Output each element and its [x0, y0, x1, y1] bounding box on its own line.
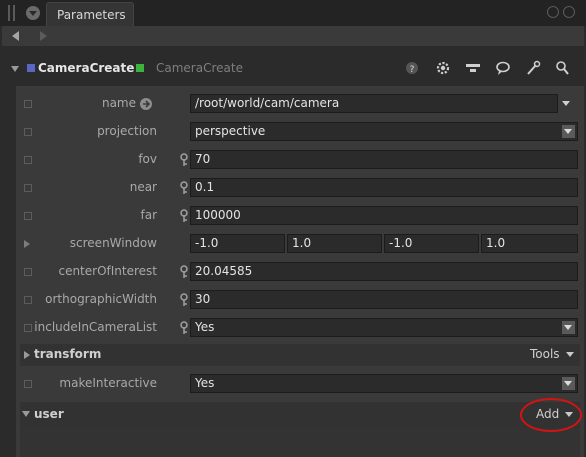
- wrench-icon[interactable]: [525, 60, 541, 76]
- dropdown-arrow-icon: [562, 377, 575, 390]
- param-checkbox[interactable]: [24, 380, 32, 388]
- param-label: name: [101, 96, 136, 110]
- node-status-indicator: [136, 64, 144, 72]
- param-checkbox[interactable]: [24, 212, 32, 220]
- drag-handle[interactable]: [8, 5, 16, 21]
- key-icon[interactable]: [179, 293, 189, 307]
- transform-group-header[interactable]: transform Tools: [20, 344, 580, 366]
- centerofinterest-field[interactable]: 20.04585: [190, 262, 578, 281]
- screenwindow-field-1[interactable]: -1.0: [190, 234, 285, 253]
- panel-tab-bar: Parameters: [0, 0, 586, 26]
- expand-arrow-icon: [24, 351, 30, 359]
- includeincameralist-value: Yes: [195, 320, 215, 334]
- param-checkbox[interactable]: [24, 268, 32, 276]
- key-icon[interactable]: [179, 265, 189, 279]
- key-icon[interactable]: [179, 153, 189, 167]
- close-panel-icon[interactable]: [563, 6, 575, 18]
- param-row-near: near 0.1: [16, 174, 584, 202]
- param-row-projection: projection perspective: [16, 118, 584, 146]
- projection-dropdown[interactable]: perspective: [190, 122, 578, 141]
- tab-menu-icon[interactable]: [26, 6, 40, 20]
- makeinteractive-dropdown[interactable]: Yes: [190, 374, 578, 393]
- expand-arrow-icon[interactable]: [24, 240, 30, 248]
- param-row-includeincameralist: includeInCameraList Yes: [16, 314, 584, 342]
- collapse-arrow-icon: [22, 411, 30, 417]
- back-arrow-icon[interactable]: [12, 31, 19, 41]
- param-row-screenwindow: screenWindow -1.0 1.0 -1.0 1.0: [16, 230, 584, 258]
- screenwindow-field-2[interactable]: 1.0: [287, 234, 382, 253]
- key-icon[interactable]: [179, 209, 189, 223]
- param-row-centerofinterest: centerOfInterest 20.04585: [16, 258, 584, 286]
- param-label: fov: [138, 152, 157, 166]
- tab-parameters[interactable]: Parameters: [46, 2, 134, 26]
- name-field[interactable]: /root/world/cam/camera: [190, 94, 558, 113]
- dropdown-arrow-icon: [562, 125, 575, 138]
- comment-icon[interactable]: [495, 60, 511, 76]
- parameter-list: name /root/world/cam/camera projection p…: [16, 86, 584, 457]
- tab-label: Parameters: [57, 8, 126, 22]
- highlight-annotation: [520, 398, 582, 432]
- node-header: CameraCreate CameraCreate ?: [2, 50, 584, 86]
- param-checkbox[interactable]: [24, 184, 32, 192]
- param-row-far: far 100000: [16, 202, 584, 230]
- group-title: user: [34, 407, 64, 421]
- svg-text:?: ?: [410, 65, 415, 75]
- param-label: far: [140, 208, 157, 222]
- parameters-panel: CameraCreate CameraCreate ? name /root/w…: [2, 50, 584, 457]
- scenegraph-link-icon[interactable]: [140, 98, 152, 110]
- collapse-node-icon[interactable]: [11, 66, 19, 72]
- param-label: projection: [97, 124, 157, 138]
- param-label: screenWindow: [69, 236, 157, 250]
- tools-menu-button[interactable]: Tools: [530, 347, 574, 361]
- gear-icon[interactable]: [435, 60, 451, 76]
- param-row-fov: fov 70: [16, 146, 584, 174]
- user-group-body: [20, 428, 580, 457]
- param-label: centerOfInterest: [58, 264, 157, 278]
- near-field[interactable]: 0.1: [190, 178, 578, 197]
- param-checkbox[interactable]: [24, 128, 32, 136]
- search-icon[interactable]: [554, 60, 570, 76]
- param-label: includeInCameraList: [34, 320, 157, 334]
- param-row-name: name /root/world/cam/camera: [16, 90, 584, 118]
- screenwindow-field-3[interactable]: -1.0: [384, 234, 479, 253]
- key-icon[interactable]: [179, 181, 189, 195]
- makeinteractive-value: Yes: [195, 376, 215, 390]
- float-panel-icon[interactable]: [547, 6, 559, 18]
- projection-value: perspective: [195, 124, 266, 138]
- node-type: CameraCreate: [156, 61, 243, 75]
- param-checkbox[interactable]: [24, 156, 32, 164]
- orthographicwidth-field[interactable]: 30: [190, 290, 578, 309]
- includeincameralist-dropdown[interactable]: Yes: [190, 318, 578, 337]
- node-color-swatch: [27, 64, 35, 72]
- key-icon[interactable]: [179, 321, 189, 335]
- fov-field[interactable]: 70: [190, 150, 578, 169]
- param-checkbox[interactable]: [24, 296, 32, 304]
- param-label: makeInteractive: [59, 376, 157, 390]
- forward-arrow-icon[interactable]: [40, 31, 47, 41]
- chevron-down-icon: [565, 352, 574, 357]
- node-name[interactable]: CameraCreate: [38, 61, 134, 75]
- far-field[interactable]: 100000: [190, 206, 578, 225]
- user-group-header[interactable]: user Add: [20, 402, 580, 428]
- param-row-makeinteractive: makeInteractive Yes: [16, 370, 584, 398]
- name-menu-arrow-icon[interactable]: [562, 101, 570, 106]
- screenwindow-field-4[interactable]: 1.0: [481, 234, 578, 253]
- history-nav-bar: [2, 26, 584, 46]
- group-title: transform: [34, 347, 102, 361]
- param-checkbox[interactable]: [24, 324, 32, 332]
- param-label: orthographicWidth: [45, 292, 157, 306]
- dropdown-arrow-icon: [562, 321, 575, 334]
- viewer-icon[interactable]: [465, 60, 481, 76]
- param-label: near: [129, 180, 157, 194]
- tools-label: Tools: [530, 347, 560, 361]
- help-icon[interactable]: ?: [404, 60, 420, 76]
- param-row-orthographicwidth: orthographicWidth 30: [16, 286, 584, 314]
- param-checkbox[interactable]: [24, 100, 32, 108]
